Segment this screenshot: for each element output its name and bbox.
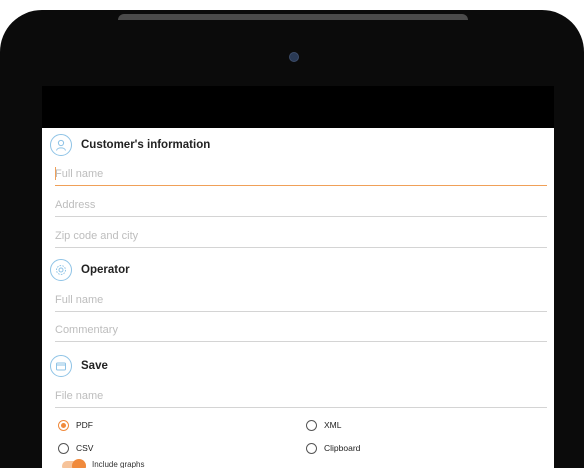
customer-address-field[interactable] — [55, 195, 547, 217]
app-screen: Customer's information Operator — [42, 86, 554, 468]
operator-fullname-field[interactable] — [55, 290, 547, 312]
radio-button[interactable] — [58, 419, 69, 431]
operator-fullname-input[interactable] — [55, 290, 547, 310]
radio-option-pdf[interactable]: PDF — [58, 418, 93, 432]
app-top-bar — [42, 86, 554, 128]
user-icon — [50, 134, 72, 156]
filename-input[interactable] — [55, 386, 547, 406]
operator-section-header: Operator — [50, 257, 130, 283]
radio-label: XML — [324, 420, 342, 430]
radio-option-csv[interactable]: CSV — [58, 441, 93, 455]
customer-fullname-field[interactable] — [55, 164, 547, 186]
operator-commentary-input[interactable] — [55, 320, 547, 340]
radio-label: PDF — [76, 420, 93, 430]
filename-field[interactable] — [55, 386, 547, 408]
text-caret — [55, 167, 56, 180]
customer-section-title: Customer's information — [81, 139, 211, 151]
customer-address-input[interactable] — [55, 195, 547, 215]
folder-icon — [50, 355, 72, 377]
toggle-knob[interactable] — [72, 459, 86, 468]
radio-label: Clipboard — [324, 443, 361, 453]
gear-icon — [50, 259, 72, 281]
radio-option-xml[interactable]: XML — [306, 418, 341, 432]
save-section-title: Save — [81, 360, 108, 372]
device-rim — [118, 14, 468, 20]
include-graphs-toggle[interactable] — [62, 459, 86, 468]
camera-lens — [289, 52, 299, 62]
radio-button[interactable] — [306, 442, 317, 454]
operator-section-title: Operator — [81, 264, 130, 276]
radio-label: CSV — [76, 443, 94, 453]
customer-fullname-input[interactable] — [55, 164, 547, 184]
radio-button[interactable] — [306, 419, 317, 431]
include-graphs-label: Include graphs — [92, 460, 145, 468]
radio-button[interactable] — [58, 442, 69, 454]
customer-zip-field[interactable] — [55, 226, 547, 248]
customer-section-header: Customer's information — [50, 132, 210, 158]
operator-commentary-field[interactable] — [55, 320, 547, 342]
customer-zip-input[interactable] — [55, 226, 547, 246]
save-section-header: Save — [50, 353, 108, 379]
radio-option-clipboard[interactable]: Clipboard — [306, 441, 360, 455]
